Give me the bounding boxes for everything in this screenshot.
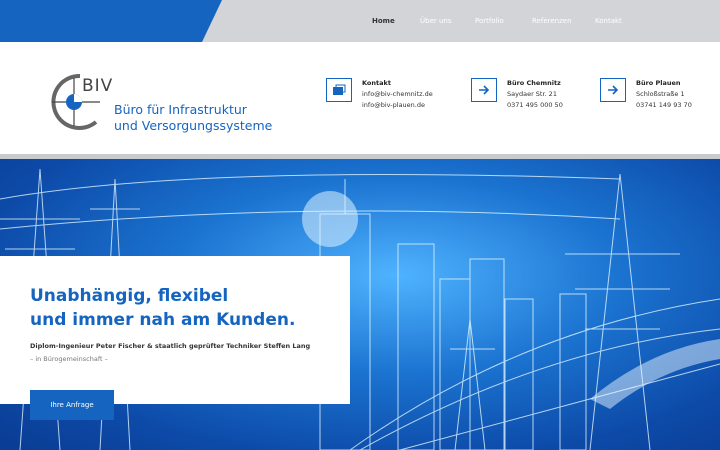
logo-abbr: BIV bbox=[82, 76, 114, 96]
hero-card: Unabhängig, flexibel und immer nah am Ku… bbox=[0, 256, 350, 404]
office-plauen-title: Büro Plauen bbox=[636, 79, 681, 87]
nav-portfolio[interactable]: Portfolio bbox=[475, 17, 504, 25]
arrow-right-icon[interactable] bbox=[471, 78, 497, 102]
site-header: BIV Büro für Infrastruktur und Versorgun… bbox=[0, 42, 720, 154]
office-chemnitz: Büro Chemnitz Saydaer Str. 21 0371 495 0… bbox=[471, 78, 563, 111]
logo[interactable]: BIV Büro für Infrastruktur und Versorgun… bbox=[48, 68, 288, 140]
nav-referenzen[interactable]: Referenzen bbox=[532, 17, 572, 25]
hero-headline-line2: und immer nah am Kunden. bbox=[30, 310, 296, 330]
nav-ueber-uns[interactable]: Über uns bbox=[420, 17, 452, 25]
contact-block: Kontakt info@biv-chemnitz.de info@biv-pl… bbox=[326, 78, 433, 111]
nav-kontakt[interactable]: Kontakt bbox=[595, 17, 622, 25]
contact-email-1[interactable]: info@biv-chemnitz.de bbox=[362, 89, 433, 100]
contact-title: Kontakt bbox=[362, 79, 391, 87]
arrow-right-icon[interactable] bbox=[600, 78, 626, 102]
office-plauen: Büro Plauen Schloßstraße 1 03741 149 93 … bbox=[600, 78, 692, 111]
office-plauen-street: Schloßstraße 1 bbox=[636, 90, 685, 98]
nav-home[interactable]: Home bbox=[372, 17, 395, 25]
hero-subline-2: – in Bürogemeinschaft – bbox=[30, 355, 108, 363]
office-chemnitz-phone[interactable]: 0371 495 000 50 bbox=[507, 100, 563, 111]
logo-title: Büro für Infrastruktur und Versorgungssy… bbox=[114, 102, 272, 134]
contact-card-icon bbox=[326, 78, 352, 102]
hero-subline: Diplom-Ingenieur Peter Fischer & staatli… bbox=[30, 342, 311, 350]
topbar-accent bbox=[0, 0, 222, 42]
request-button[interactable]: Ihre Anfrage bbox=[30, 390, 114, 420]
office-chemnitz-title: Büro Chemnitz bbox=[507, 79, 561, 87]
contact-email-2[interactable]: info@biv-plauen.de bbox=[362, 100, 433, 111]
hero-headline: Unabhängig, flexibel und immer nah am Ku… bbox=[30, 284, 295, 332]
logo-line1: Büro für Infrastruktur bbox=[114, 102, 247, 117]
hero-headline-line1: Unabhängig, flexibel bbox=[30, 286, 229, 306]
office-chemnitz-street: Saydaer Str. 21 bbox=[507, 90, 557, 98]
logo-line2: und Versorgungssysteme bbox=[114, 118, 273, 133]
top-bar: Home Über uns Portfolio Referenzen Konta… bbox=[0, 0, 720, 42]
office-plauen-phone[interactable]: 03741 149 93 70 bbox=[636, 100, 692, 111]
